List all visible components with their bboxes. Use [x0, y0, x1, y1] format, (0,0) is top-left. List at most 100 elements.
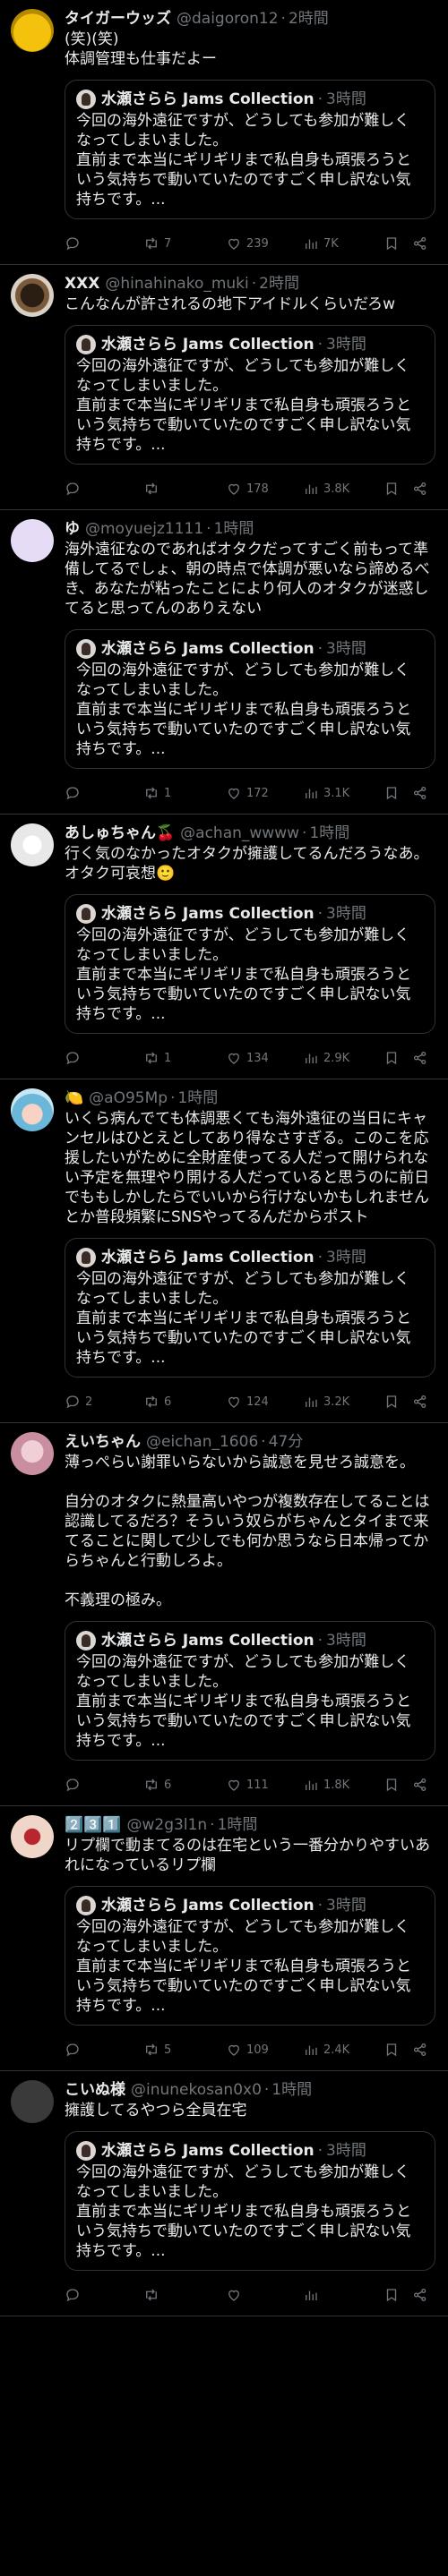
- post-time[interactable]: 1時間: [271, 2080, 312, 2100]
- views-button[interactable]: 3.8K: [303, 473, 383, 504]
- reply-post[interactable]: タイガーウッズ @daigoron12 · 2時間 (笑)(笑) 体調管理も仕事…: [0, 0, 448, 265]
- author-handle[interactable]: @moyuejz1111: [85, 519, 203, 539]
- like-button[interactable]: 124: [226, 1386, 303, 1417]
- post-time[interactable]: 1時間: [177, 1088, 218, 1108]
- bookmark-button[interactable]: [383, 1386, 412, 1417]
- views-button[interactable]: 2.9K: [303, 1043, 383, 1073]
- quoted-post[interactable]: 水瀬さらら Jams Collection · 3時間 今回の海外遠征ですが、ど…: [65, 80, 435, 219]
- post-time[interactable]: 1時間: [309, 823, 349, 843]
- reply-post[interactable]: あしゅちゃん🍒 @achan_wwww · 1時間 行く気のなかったオタクが擁護…: [0, 815, 448, 1079]
- reply-post[interactable]: えいちゃん @eichan_1606 · 47分 薄っぺらい謝罪いらないから誠意…: [0, 1423, 448, 1806]
- reply-post[interactable]: ゆ @moyuejz1111 · 1時間 海外遠征なのであればオタクだってすごく…: [0, 510, 448, 815]
- reply-button[interactable]: [65, 228, 143, 259]
- repost-button[interactable]: 5: [143, 2034, 226, 2065]
- reply-button[interactable]: [65, 1770, 143, 1800]
- author-name[interactable]: 🍋: [65, 1088, 83, 1108]
- bookmark-button[interactable]: [383, 473, 412, 504]
- author-name[interactable]: えいちゃん: [65, 1432, 141, 1452]
- reply-button[interactable]: [65, 1043, 143, 1073]
- author-name[interactable]: あしゅちゃん🍒: [65, 823, 175, 843]
- repost-button[interactable]: 7: [143, 228, 226, 259]
- post-time[interactable]: 1時間: [214, 519, 254, 539]
- white-flower-icon[interactable]: [11, 823, 54, 866]
- quoted-post[interactable]: 水瀬さらら Jams Collection · 3時間 今回の海外遠征ですが、ど…: [65, 325, 435, 465]
- like-button[interactable]: 134: [226, 1043, 303, 1073]
- reply-post[interactable]: XXX @hinahinako_muki · 2時間 こんなんが許されるの地下ア…: [0, 265, 448, 510]
- quoted-post[interactable]: 水瀬さらら Jams Collection · 3時間 今回の海外遠征ですが、ど…: [65, 1621, 435, 1761]
- post-time[interactable]: 47分: [269, 1432, 304, 1452]
- repost-button[interactable]: 1: [143, 778, 226, 808]
- author-handle[interactable]: @achan_wwww: [180, 823, 299, 843]
- reply-button[interactable]: [65, 473, 143, 504]
- repost-button[interactable]: [143, 2280, 226, 2310]
- views-button[interactable]: 3.2K: [303, 1386, 383, 1417]
- repost-icon: [146, 1052, 157, 1064]
- pink-portrait-icon[interactable]: [11, 1432, 54, 1475]
- views-button[interactable]: 1.8K: [303, 1770, 383, 1800]
- like-button[interactable]: 172: [226, 778, 303, 808]
- dark-bowl-icon[interactable]: [11, 274, 54, 317]
- gray-circle-icon[interactable]: [11, 2080, 54, 2123]
- reply-post[interactable]: 2️⃣3️⃣1️⃣ @w2g3l1n · 1時間 リプ欄で動まてるのは在宅という…: [0, 1806, 448, 2071]
- like-count: 178: [246, 482, 269, 496]
- author-handle[interactable]: @eichan_1606: [146, 1432, 258, 1452]
- reply-post[interactable]: 🍋 @aO95Mp · 1時間 いくら病んでても体調悪くても海外遠征の当日にキャ…: [0, 1079, 448, 1423]
- views-button[interactable]: 2.4K: [303, 2034, 383, 2065]
- author-handle[interactable]: @hinahinako_muki: [105, 274, 248, 294]
- bookmark-button[interactable]: [383, 228, 412, 259]
- quoted-post[interactable]: 水瀬さらら Jams Collection · 3時間 今回の海外遠征ですが、ど…: [65, 2131, 435, 2271]
- reply-button[interactable]: [65, 2280, 143, 2310]
- yellow-face-icon[interactable]: [11, 9, 54, 52]
- bookmark-button[interactable]: [383, 2280, 412, 2310]
- repost-button[interactable]: [143, 473, 226, 504]
- like-button[interactable]: 111: [226, 1770, 303, 1800]
- anime-character-icon[interactable]: [11, 1088, 54, 1131]
- repost-button[interactable]: 6: [143, 1770, 226, 1800]
- views-button[interactable]: 3.1K: [303, 778, 383, 808]
- share-button[interactable]: [412, 1770, 432, 1800]
- share-button[interactable]: [412, 778, 432, 808]
- author-name[interactable]: こいぬ様: [65, 2080, 125, 2100]
- reply-button[interactable]: [65, 778, 143, 808]
- like-button[interactable]: 239: [226, 228, 303, 259]
- heart-hands-icon[interactable]: [11, 1815, 54, 1858]
- views-button[interactable]: [303, 2280, 383, 2310]
- share-button[interactable]: [412, 473, 432, 504]
- quoted-author-name: 水瀬さらら Jams Collection: [101, 2142, 314, 2160]
- reply-post[interactable]: こいぬ様 @inunekosan0x0 · 1時間 擁護してるやつら全員在宅 水…: [0, 2071, 448, 2316]
- author-name[interactable]: タイガーウッズ: [65, 9, 171, 29]
- author-handle[interactable]: @w2g3l1n: [127, 1815, 208, 1835]
- post-time[interactable]: 2時間: [289, 9, 329, 29]
- like-button[interactable]: [226, 2280, 303, 2310]
- post-time[interactable]: 1時間: [218, 1815, 258, 1835]
- reply-button[interactable]: [65, 2034, 143, 2065]
- share-button[interactable]: [412, 2280, 432, 2310]
- like-button[interactable]: 109: [226, 2034, 303, 2065]
- lavender-circle-icon[interactable]: [11, 519, 54, 562]
- views-button[interactable]: 7K: [303, 228, 383, 259]
- author-handle[interactable]: @inunekosan0x0: [131, 2080, 262, 2100]
- quoted-post[interactable]: 水瀬さらら Jams Collection · 3時間 今回の海外遠征ですが、ど…: [65, 894, 435, 1034]
- quoted-post[interactable]: 水瀬さらら Jams Collection · 3時間 今回の海外遠征ですが、ど…: [65, 629, 435, 769]
- share-button[interactable]: [412, 228, 432, 259]
- share-button[interactable]: [412, 1043, 432, 1073]
- post-time[interactable]: 2時間: [259, 274, 299, 294]
- repost-button[interactable]: 6: [143, 1386, 226, 1417]
- reply-button[interactable]: 2: [65, 1386, 143, 1417]
- author-handle[interactable]: @daigoron12: [177, 9, 279, 29]
- author-name[interactable]: XXX: [65, 274, 99, 294]
- like-button[interactable]: 178: [226, 473, 303, 504]
- author-name[interactable]: 2️⃣3️⃣1️⃣: [65, 1815, 122, 1835]
- bookmark-button[interactable]: [383, 2034, 412, 2065]
- author-name[interactable]: ゆ: [65, 519, 80, 539]
- quoted-post[interactable]: 水瀬さらら Jams Collection · 3時間 今回の海外遠征ですが、ど…: [65, 1238, 435, 1378]
- bookmark-button[interactable]: [383, 1043, 412, 1073]
- author-handle[interactable]: @aO95Mp: [89, 1088, 168, 1108]
- share-button[interactable]: [412, 2034, 432, 2065]
- bookmark-button[interactable]: [383, 1770, 412, 1800]
- quoted-post[interactable]: 水瀬さらら Jams Collection · 3時間 今回の海外遠征ですが、ど…: [65, 1886, 435, 2026]
- bookmark-button[interactable]: [383, 778, 412, 808]
- view-count: 3.1K: [323, 786, 350, 800]
- share-button[interactable]: [412, 1386, 432, 1417]
- repost-button[interactable]: 1: [143, 1043, 226, 1073]
